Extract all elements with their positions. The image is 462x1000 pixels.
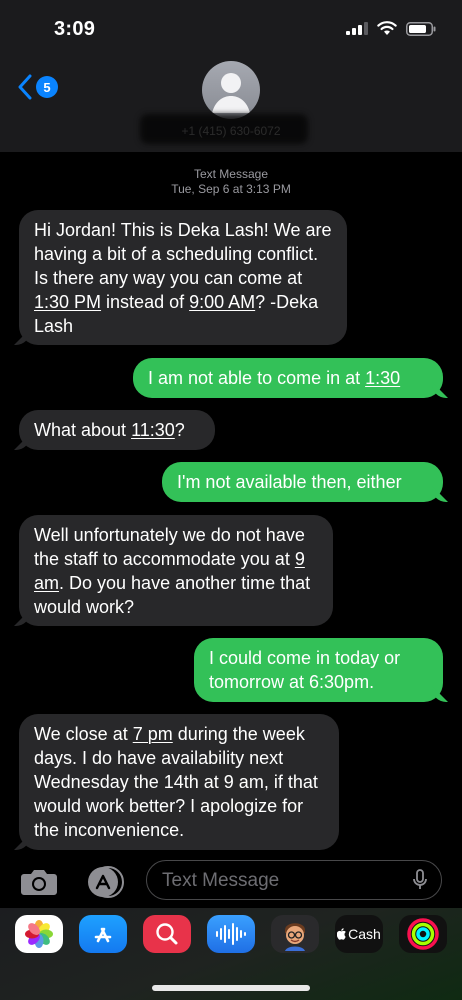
activity-rings-icon	[407, 918, 439, 950]
message-timestamp-header: Text Message Tue, Sep 6 at 3:13 PM	[0, 167, 462, 197]
detected-time-link[interactable]: 1:30 PM	[34, 292, 101, 312]
detected-time-link[interactable]: 1:30	[365, 368, 400, 388]
cellular-signal-icon	[346, 22, 368, 35]
home-indicator[interactable]	[152, 985, 310, 991]
battery-icon	[406, 21, 436, 36]
status-icons	[346, 21, 436, 36]
microphone-icon[interactable]	[413, 869, 427, 891]
status-time: 3:09	[54, 18, 96, 40]
detected-time-link[interactable]: 9:00 AM	[189, 292, 255, 312]
apple-cash-app-icon[interactable]: Cash	[335, 915, 383, 953]
message-bubble-outgoing[interactable]: I am not able to come in at 1:30	[133, 358, 443, 398]
audio-message-app-icon[interactable]	[207, 915, 255, 953]
imessage-app-drawer: Cash	[0, 908, 462, 1000]
app-store-icon	[94, 927, 112, 943]
conversation-header: 5 +1 (415) 630-6072	[0, 56, 462, 152]
message-input[interactable]: Text Message	[146, 860, 442, 900]
app-store-button[interactable]	[80, 866, 126, 898]
contact-avatar[interactable]	[202, 61, 260, 119]
redaction-overlay	[140, 114, 308, 144]
message-bubble-incoming[interactable]: What about 11:30?	[19, 410, 215, 450]
back-button[interactable]: 5	[18, 74, 58, 100]
wifi-icon	[377, 21, 397, 35]
unread-count-badge: 5	[36, 76, 58, 98]
message-bubble-incoming[interactable]: We close at 7 pm during the week days. I…	[19, 714, 339, 850]
service-label: Text Message	[193, 167, 269, 181]
message-bubble-incoming[interactable]: Well unfortunately we do not have the st…	[19, 515, 333, 626]
apple-cash-label: Cash	[348, 926, 381, 942]
person-icon	[212, 73, 250, 113]
photos-icon	[25, 920, 53, 948]
apple-cash-icon: Cash	[337, 926, 381, 942]
message-input-placeholder: Text Message	[162, 870, 280, 891]
chevron-left-icon	[18, 74, 32, 100]
image-search-icon	[156, 923, 178, 945]
message-timestamp: Tue, Sep 6 at 3:13 PM	[171, 182, 291, 196]
message-bubble-outgoing[interactable]: I'm not available then, either	[162, 462, 443, 502]
status-bar: 3:09	[0, 0, 462, 56]
compose-bar: Text Message	[0, 858, 462, 908]
message-bubble-incoming[interactable]: Hi Jordan! This is Deka Lash! We are hav…	[19, 210, 347, 345]
memoji-app-icon[interactable]	[271, 915, 319, 953]
fitness-app-icon[interactable]	[399, 915, 447, 953]
memoji-icon	[285, 923, 305, 951]
image-search-app-icon[interactable]	[143, 915, 191, 953]
app-store-app-icon[interactable]	[79, 915, 127, 953]
audio-waveform-icon	[216, 923, 246, 945]
app-store-a-icon	[88, 866, 124, 898]
apple-logo-icon	[337, 928, 346, 940]
camera-button[interactable]	[20, 868, 58, 896]
camera-icon	[21, 870, 57, 895]
detected-time-link[interactable]: 11:30	[131, 420, 175, 440]
detected-time-link[interactable]: 7 pm	[133, 724, 173, 744]
message-bubble-outgoing[interactable]: I could come in today or tomorrow at 6:3…	[194, 638, 443, 702]
photos-app-icon[interactable]	[15, 915, 63, 953]
